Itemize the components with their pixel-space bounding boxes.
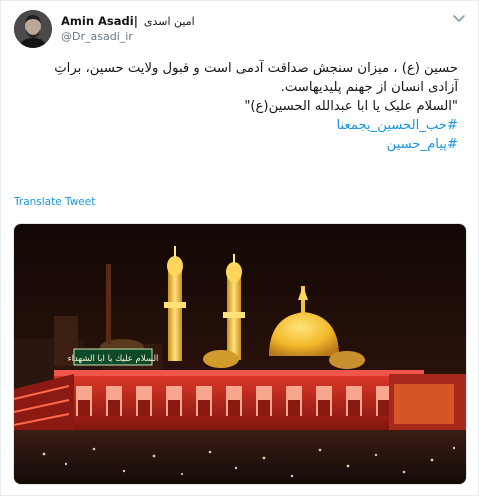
tweet-text: حسین (ع) ، میزان سنجش صداقت آدمی است و ق…: [18, 59, 458, 154]
display-name-persian[interactable]: امین اسدی: [144, 15, 195, 28]
user-handle[interactable]: @Dr_asadi_ir: [61, 30, 133, 43]
tweet-photo[interactable]: السلام عليك يا ابا الشهداء: [13, 223, 467, 485]
tweet-card: Amin Asadi| امین اسدی @Dr_asadi_ir حسین …: [0, 0, 479, 496]
chevron-down-icon[interactable]: [452, 13, 466, 25]
banner-text: السلام عليك يا ابا الشهداء: [68, 354, 159, 364]
tweet-text-line-1: حسین (ع) ، میزان سنجش صداقت آدمی است و ق…: [54, 61, 458, 76]
avatar[interactable]: [14, 10, 52, 48]
tweet-text-line-2: آزادی انسان از جهنم پلیدیهاست.: [280, 80, 458, 95]
display-name[interactable]: Amin Asadi|: [61, 14, 138, 28]
hashtag-link-2[interactable]: #پیام_حسین: [18, 135, 458, 154]
hashtag-link-1[interactable]: #حب_الحسين_يجمعنا: [18, 116, 458, 135]
author-name-row[interactable]: Amin Asadi| امین اسدی: [61, 13, 195, 29]
avatar-photo: [14, 10, 52, 48]
translate-tweet-link[interactable]: Translate Tweet: [14, 196, 95, 208]
tweet-text-line-3: "السلام علیک یا ابا عبدالله الحسین(ع)": [244, 99, 458, 114]
shrine-night-photo: السلام عليك يا ابا الشهداء: [14, 224, 466, 484]
